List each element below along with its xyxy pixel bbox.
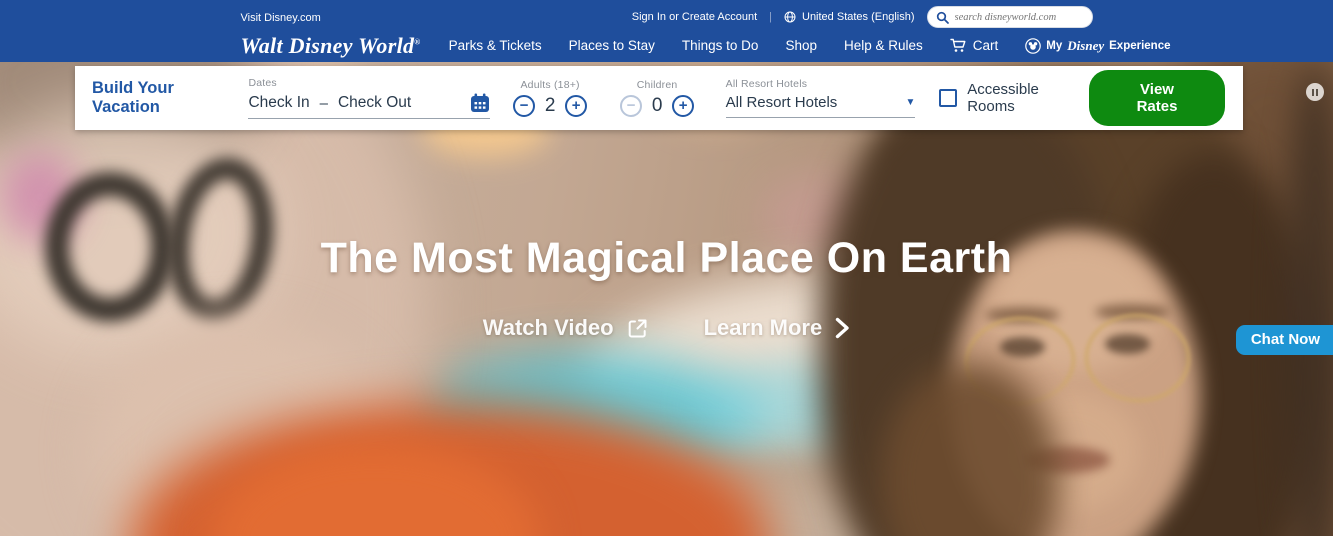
children-stepper: Children − 0 + [615,79,700,117]
search-icon [936,11,949,24]
visit-disney-link[interactable]: Visit Disney.com [241,12,321,24]
resort-dropdown[interactable]: All Resort Hotels All Resort Hotels ▼ [725,78,916,118]
adults-minus-button[interactable]: − [513,95,536,117]
hero-title: The Most Magical Place On Earth [320,234,1013,282]
utility-divider: | [769,11,772,23]
mickey-icon [1025,37,1042,54]
watch-video-link[interactable]: Watch Video [483,315,648,341]
dates-separator: – [319,94,328,112]
mdx-disney-label: Disney [1067,37,1105,53]
view-rates-button[interactable]: View Rates [1089,70,1226,126]
chevron-down-icon: ▼ [905,97,916,108]
pause-icon [1312,88,1314,96]
resort-label: All Resort Hotels [725,78,808,90]
external-link-icon [627,318,648,339]
nav-item-shop[interactable]: Shop [785,38,817,53]
main-nav-items: Parks & Tickets Places to Stay Things to… [449,38,999,53]
children-plus-button[interactable]: + [672,95,695,117]
learn-more-link[interactable]: Learn More [704,315,851,341]
build-your-vacation-title: Build Your Vacation [92,79,174,116]
cart-button[interactable]: Cart [950,38,999,53]
children-count: 0 [651,95,663,116]
accessible-rooms-label: Accessible Rooms [967,81,1039,115]
utility-row: Visit Disney.com Sign In or Create Accou… [241,5,1093,29]
search-input[interactable] [954,11,1075,23]
mdx-experience-label: Experience [1109,39,1171,52]
nav-item-things-to-do[interactable]: Things to Do [682,38,759,53]
locale-selector[interactable]: United States (English) [784,11,915,23]
pause-button[interactable] [1306,83,1324,101]
chevron-right-icon [835,317,850,339]
nav-item-help-rules[interactable]: Help & Rules [844,38,923,53]
adults-stepper: Adults (18+) − 2 + [508,79,593,117]
search-box[interactable] [926,6,1093,28]
cart-icon [950,38,967,53]
main-nav-row: Walt Disney World® Parks & Tickets Place… [241,30,1171,61]
adults-count: 2 [544,95,556,116]
resort-selected-value: All Resort Hotels [725,94,838,111]
adults-plus-button[interactable]: + [565,95,588,117]
check-out-value[interactable]: Check Out [338,94,411,112]
nav-item-places-to-stay[interactable]: Places to Stay [569,38,655,53]
globe-icon [784,11,796,23]
top-navbar: Visit Disney.com Sign In or Create Accou… [0,0,1333,62]
booking-bar: Build Your Vacation Dates Check In – Che… [75,66,1243,130]
my-disney-experience-button[interactable]: My Disney Experience [1025,37,1171,54]
walt-disney-world-logo[interactable]: Walt Disney World® [241,33,421,59]
cart-label: Cart [972,38,999,53]
children-minus-button[interactable]: − [620,95,643,117]
chat-now-button[interactable]: Chat Now [1235,325,1333,355]
locale-label: United States (English) [802,11,915,23]
dates-field[interactable]: Dates Check In – Check Out [248,77,490,119]
hero-content: The Most Magical Place On Earth Watch Vi… [0,234,1333,341]
mdx-my-label: My [1046,39,1063,52]
hero-video: Build Your Vacation Dates Check In – Che… [0,62,1333,536]
children-label: Children [636,79,678,91]
sign-in-link[interactable]: Sign In or Create Account [632,11,757,23]
nav-item-parks-tickets[interactable]: Parks & Tickets [449,38,542,53]
calendar-icon[interactable] [470,93,490,113]
accessible-rooms-checkbox[interactable] [939,89,958,107]
check-in-value[interactable]: Check In [248,94,309,112]
adults-label: Adults (18+) [520,79,580,91]
accessible-rooms-group: Accessible Rooms [939,81,1089,115]
dates-label: Dates [248,77,277,89]
